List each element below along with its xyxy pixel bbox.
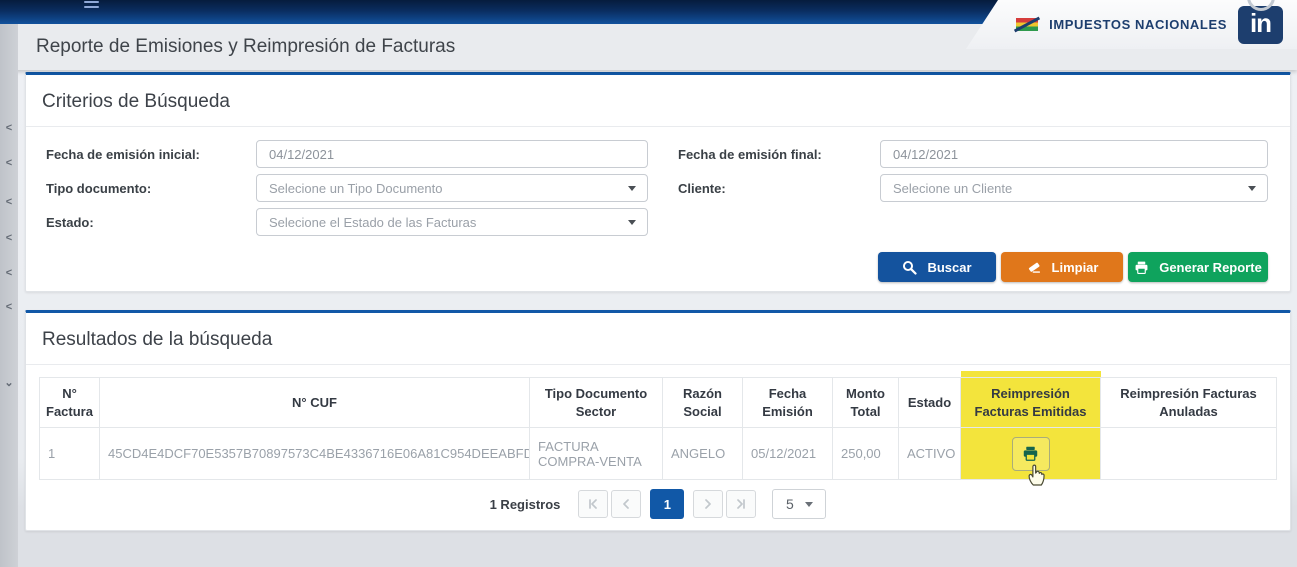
brand-name: IMPUESTOS NACIONALES [1049,17,1227,32]
search-criteria-heading: Criterios de Búsqueda [26,75,1290,127]
results-table: N° Factura N° CUF Tipo Documento Sector … [39,377,1277,480]
chevron-left-icon[interactable] [0,268,18,278]
chevron-left-icon[interactable] [0,233,18,243]
search-criteria-panel: Criterios de Búsqueda Fecha de emisión i… [25,72,1291,292]
cliente-select[interactable]: Selecione un Cliente [880,174,1268,202]
search-icon [902,260,917,275]
collapsed-sidebar [0,24,18,567]
chevron-right-icon [702,498,714,510]
next-page-button[interactable] [693,490,723,518]
previous-page-button[interactable] [611,490,641,518]
impuestos-nacionales-logo: in [1238,6,1283,44]
cell-n-factura: 1 [40,428,100,480]
hand-cursor-icon [1025,461,1047,487]
tipo-documento-label: Tipo documento: [46,181,256,196]
estado-label: Estado: [46,215,256,230]
first-page-button[interactable] [578,490,608,518]
printer-icon [1134,260,1149,275]
chevron-down-icon [805,502,813,507]
generar-reporte-button[interactable]: Generar Reporte [1128,252,1268,282]
criteria-actions: Buscar Limpiar Generar Reporte [878,252,1268,282]
col-header-monto-total: Monto Total [833,378,899,428]
col-header-n-factura: N° Factura [40,378,100,428]
current-page-button[interactable]: 1 [650,489,684,519]
col-header-estado: Estado [899,378,961,428]
cell-estado: ACTIVO [899,428,961,480]
results-table-wrapper: N° Factura N° CUF Tipo Documento Sector … [26,365,1290,480]
bolivia-flag-icon [1016,18,1038,31]
pagination-bar: 1 Registros 1 [26,489,1290,519]
main-content: Criterios de Búsqueda Fecha de emisión i… [18,70,1297,567]
col-header-reimpresion-anuladas: Reimpresión Facturas Anuladas [1101,378,1277,428]
cell-monto-total: 250,00 [833,428,899,480]
cell-tipo-documento: FACTURA COMPRA-VENTA [530,428,663,480]
cell-n-cuf: 45CD4E4DCF70E5357B70897573C4BE4336716E06… [100,428,530,480]
brand-banner: IMPUESTOS NACIONALES in [952,0,1297,49]
first-page-icon [587,498,599,510]
tipo-documento-select[interactable]: Selecione un Tipo Documento [256,174,648,202]
fecha-inicial-input[interactable] [256,140,648,168]
chevron-down-icon[interactable] [0,378,18,388]
chevron-left-icon[interactable] [0,123,18,133]
hamburger-menu-icon[interactable] [84,0,99,11]
col-header-n-cuf: N° CUF [100,378,530,428]
page-size-select[interactable]: 5 [772,489,826,519]
limpiar-button[interactable]: Limpiar [1001,252,1123,282]
table-header-row: N° Factura N° CUF Tipo Documento Sector … [40,378,1277,428]
cell-reimpresion-emitidas [961,428,1101,480]
search-criteria-form: Fecha de emisión inicial: Fecha de emisi… [26,127,1290,236]
estado-select[interactable]: Selecione el Estado de las Facturas [256,208,648,236]
search-results-panel: Resultados de la búsqueda N° Factura N° … [25,310,1291,531]
table-row: 1 45CD4E4DCF70E5357B70897573C4BE4336716E… [40,428,1277,480]
col-header-razon-social: Razón Social [663,378,743,428]
buscar-button[interactable]: Buscar [878,252,996,282]
cell-fecha-emision: 05/12/2021 [743,428,833,480]
search-results-heading: Resultados de la búsqueda [26,313,1290,365]
col-header-tipo-documento-sector: Tipo Documento Sector [530,378,663,428]
cliente-label: Cliente: [678,181,880,196]
last-page-button[interactable] [726,490,756,518]
chevron-left-icon[interactable] [0,158,18,168]
col-header-fecha-emision: Fecha Emisión [743,378,833,428]
cell-reimpresion-anuladas [1101,428,1277,480]
chevron-left-icon[interactable] [0,302,18,312]
fecha-inicial-label: Fecha de emisión inicial: [46,147,256,162]
chevron-left-icon[interactable] [0,197,18,207]
last-page-icon [735,498,747,510]
page-title: Reporte de Emisiones y Reimpresión de Fa… [36,36,455,58]
cell-razon-social: ANGELO [663,428,743,480]
records-count: 1 Registros [490,497,561,512]
chevron-left-icon [620,498,632,510]
fecha-final-label: Fecha de emisión final: [678,147,880,162]
fecha-final-input[interactable] [880,140,1268,168]
printer-icon [1022,445,1039,462]
eraser-icon [1026,260,1042,274]
col-header-reimpresion-emitidas: Reimpresión Facturas Emitidas [961,378,1101,428]
